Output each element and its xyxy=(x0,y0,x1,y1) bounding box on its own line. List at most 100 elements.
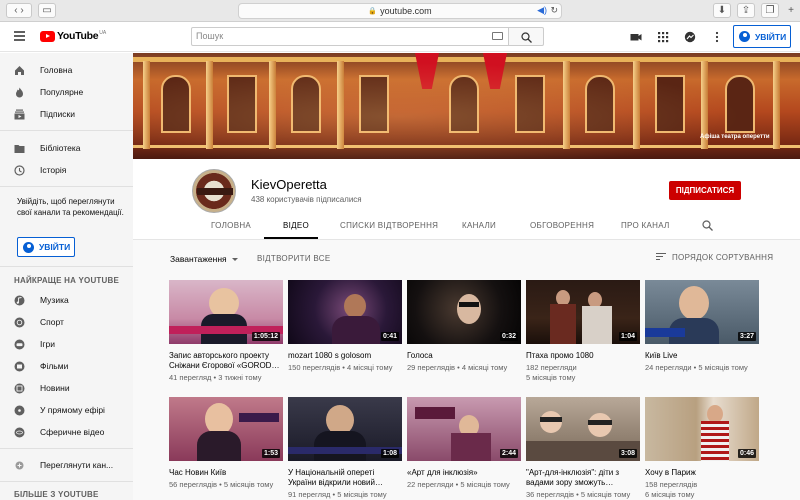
play-all-button[interactable]: ВІДТВОРИТИ ВСЕ xyxy=(257,254,331,263)
video-title[interactable]: Хочу в Париж xyxy=(645,468,761,478)
sidebar-item-home[interactable]: Головна xyxy=(0,59,133,81)
signin-prompt: Увійдіть, щоб переглянути свої канали та… xyxy=(17,197,124,217)
video-title[interactable]: «Арт для інклюзія» xyxy=(407,468,523,478)
video-views: 182 перегляди xyxy=(526,363,577,372)
tab-playlists[interactable]: СПИСКИ ВІДТВОРЕННЯ xyxy=(340,221,438,230)
sidebar-item-trending[interactable]: Популярне xyxy=(0,81,133,103)
video-title[interactable]: Київ Live xyxy=(645,351,761,361)
search-input[interactable]: Пошук xyxy=(191,27,509,46)
sort-button[interactable]: ПОРЯДОК СОРТУВАННЯ xyxy=(656,253,773,262)
create-video-icon[interactable] xyxy=(630,31,642,43)
video-meta: 22 перегляди • 5 місяців тому xyxy=(407,480,510,489)
messages-icon[interactable] xyxy=(684,31,696,43)
new-tab-icon[interactable]: + xyxy=(785,3,797,18)
youtube-logo[interactable]: YouTube UA xyxy=(40,30,106,42)
tab-channels[interactable]: КАНАЛИ xyxy=(462,221,496,230)
search-placeholder: Пошук xyxy=(196,31,224,41)
uploads-dropdown[interactable]: Завантаження xyxy=(170,254,238,264)
keyboard-icon[interactable] xyxy=(492,32,503,40)
sidebar-signin-button[interactable]: УВІЙТИ xyxy=(17,237,75,257)
video-views: 29 переглядів xyxy=(407,363,456,372)
back-forward-buttons[interactable]: ‹ › xyxy=(6,3,32,18)
fire-icon xyxy=(16,87,23,97)
sidebar-item-label: Бібліотека xyxy=(40,143,81,153)
sidebar-item-label: Головна xyxy=(40,65,73,75)
video-age: 5 місяців тому xyxy=(698,363,748,372)
video-meta: 36 переглядів • 5 місяців тому xyxy=(526,490,631,499)
video-meta: 41 перегляд • 3 тижні тому xyxy=(169,373,262,382)
menu-icon[interactable] xyxy=(14,31,25,41)
sidebar-item-subscriptions[interactable]: Підписки xyxy=(0,103,133,125)
sport-icon xyxy=(14,317,25,327)
video-thumbnail[interactable]: 0:41 xyxy=(288,280,402,344)
sidebar-item-movies[interactable]: Фільми xyxy=(0,355,133,377)
video-title[interactable]: Птаха промо 1080 xyxy=(526,351,642,361)
blindfold-band xyxy=(588,420,612,425)
tab-discussion[interactable]: ОБГОВОРЕННЯ xyxy=(530,221,594,230)
video-thumbnail[interactable]: 0:32 xyxy=(407,280,521,344)
tab-about[interactable]: ПРО КАНАЛ xyxy=(621,221,670,230)
subscribe-button[interactable]: ПІДПИСАТИСЯ xyxy=(669,181,741,200)
more-options-icon[interactable] xyxy=(711,31,723,43)
sidebar-item-browse-channels[interactable]: Переглянути кан... xyxy=(0,454,133,476)
sidebar-item-library[interactable]: Бібліотека xyxy=(0,137,133,159)
sidebar-item-sport[interactable]: Спорт xyxy=(0,311,133,333)
address-bar[interactable]: 🔒 youtube.com ◀) ↻ xyxy=(238,3,562,19)
share-icon[interactable]: ⇪ xyxy=(737,3,755,18)
sidebar-item-label: Спорт xyxy=(40,317,64,327)
tabs-icon[interactable]: ❐ xyxy=(761,3,779,18)
sidebar-item-music[interactable]: Музика xyxy=(0,289,133,311)
sidebar-divider xyxy=(0,130,133,131)
video-thumbnail[interactable]: 3:08 xyxy=(526,397,640,461)
video-thumbnail[interactable]: 1:53 xyxy=(169,397,283,461)
sidebar-toggle-icon[interactable]: ▭ xyxy=(38,3,56,18)
video-duration: 1:05:12 xyxy=(251,332,280,341)
sidebar-divider xyxy=(0,448,133,449)
sidebar-item-history[interactable]: Історія xyxy=(0,159,133,181)
sidebar-item-live[interactable]: У прямому ефірі xyxy=(0,399,133,421)
sidebar-item-games[interactable]: Ігри xyxy=(0,333,133,355)
reload-icon[interactable]: ↻ xyxy=(550,5,558,16)
video-thumbnail[interactable]: 0:46 xyxy=(645,397,759,461)
360-icon xyxy=(14,427,25,437)
video-title[interactable]: У Національній опереті України відкрили … xyxy=(288,468,404,488)
channel-avatar[interactable] xyxy=(192,169,236,213)
video-age: 5 місяців тому xyxy=(526,373,576,382)
news-ticker xyxy=(645,328,685,337)
sidebar-divider xyxy=(0,266,133,267)
video-thumbnail[interactable]: 2:44 xyxy=(407,397,521,461)
person-figure xyxy=(550,304,576,344)
video-thumbnail[interactable]: 1:04 xyxy=(526,280,640,344)
sidebar-item-news[interactable]: Новини xyxy=(0,377,133,399)
person-figure xyxy=(582,306,612,344)
speaker-icon[interactable]: ◀) xyxy=(537,5,547,16)
signin-button[interactable]: УВІЙТИ xyxy=(733,25,791,48)
tab-videos[interactable]: ВІДЕО xyxy=(283,221,309,230)
sidebar-item-360[interactable]: Сферичне відео xyxy=(0,421,133,443)
logo-text: YouTube xyxy=(57,30,99,42)
sidebar-item-label: Історія xyxy=(40,165,67,175)
downloads-icon[interactable]: ⬇ xyxy=(713,3,731,18)
person-figure xyxy=(451,433,491,461)
sidebar-item-label: У прямому ефірі xyxy=(40,405,105,415)
video-thumbnail[interactable]: 3:27 xyxy=(645,280,759,344)
chevron-down-icon xyxy=(231,257,238,261)
video-title[interactable]: Запис авторського проекту Сніжани Єгоров… xyxy=(169,351,285,371)
video-title[interactable]: mozart 1080 s golosom xyxy=(288,351,404,361)
video-title[interactable]: Час Новин Київ xyxy=(169,468,285,478)
sidebar-item-label: Підписки xyxy=(40,109,76,119)
video-title[interactable]: Голоса xyxy=(407,351,523,361)
video-thumbnail[interactable]: 1:08 xyxy=(288,397,402,461)
sidebar-divider xyxy=(0,186,133,187)
home-icon xyxy=(15,65,24,75)
video-meta: 150 переглядів • 4 місяці тому xyxy=(288,363,393,372)
sidebar-item-label: Ігри xyxy=(40,339,55,349)
tab-home[interactable]: ГОЛОВНА xyxy=(211,221,251,230)
channel-search-icon[interactable] xyxy=(702,220,713,231)
search-button[interactable] xyxy=(509,27,544,46)
apps-icon[interactable] xyxy=(657,31,669,43)
caption-plate xyxy=(415,407,455,419)
video-thumbnail[interactable]: 1:05:12 xyxy=(169,280,283,344)
music-icon xyxy=(14,295,25,305)
video-title[interactable]: "Арт-для-інклюзія": діти з вадами зору з… xyxy=(526,468,642,488)
